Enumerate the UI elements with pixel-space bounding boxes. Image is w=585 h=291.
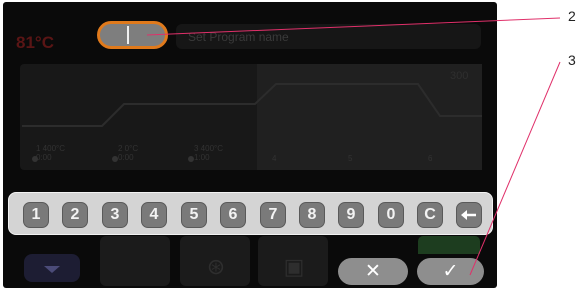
callout-line-3 [469, 61, 561, 276]
callout-label-3: 3 [568, 52, 576, 68]
callout-lines [146, 17, 561, 276]
callout-line-2 [146, 17, 561, 36]
callout-label-2: 2 [568, 8, 576, 24]
